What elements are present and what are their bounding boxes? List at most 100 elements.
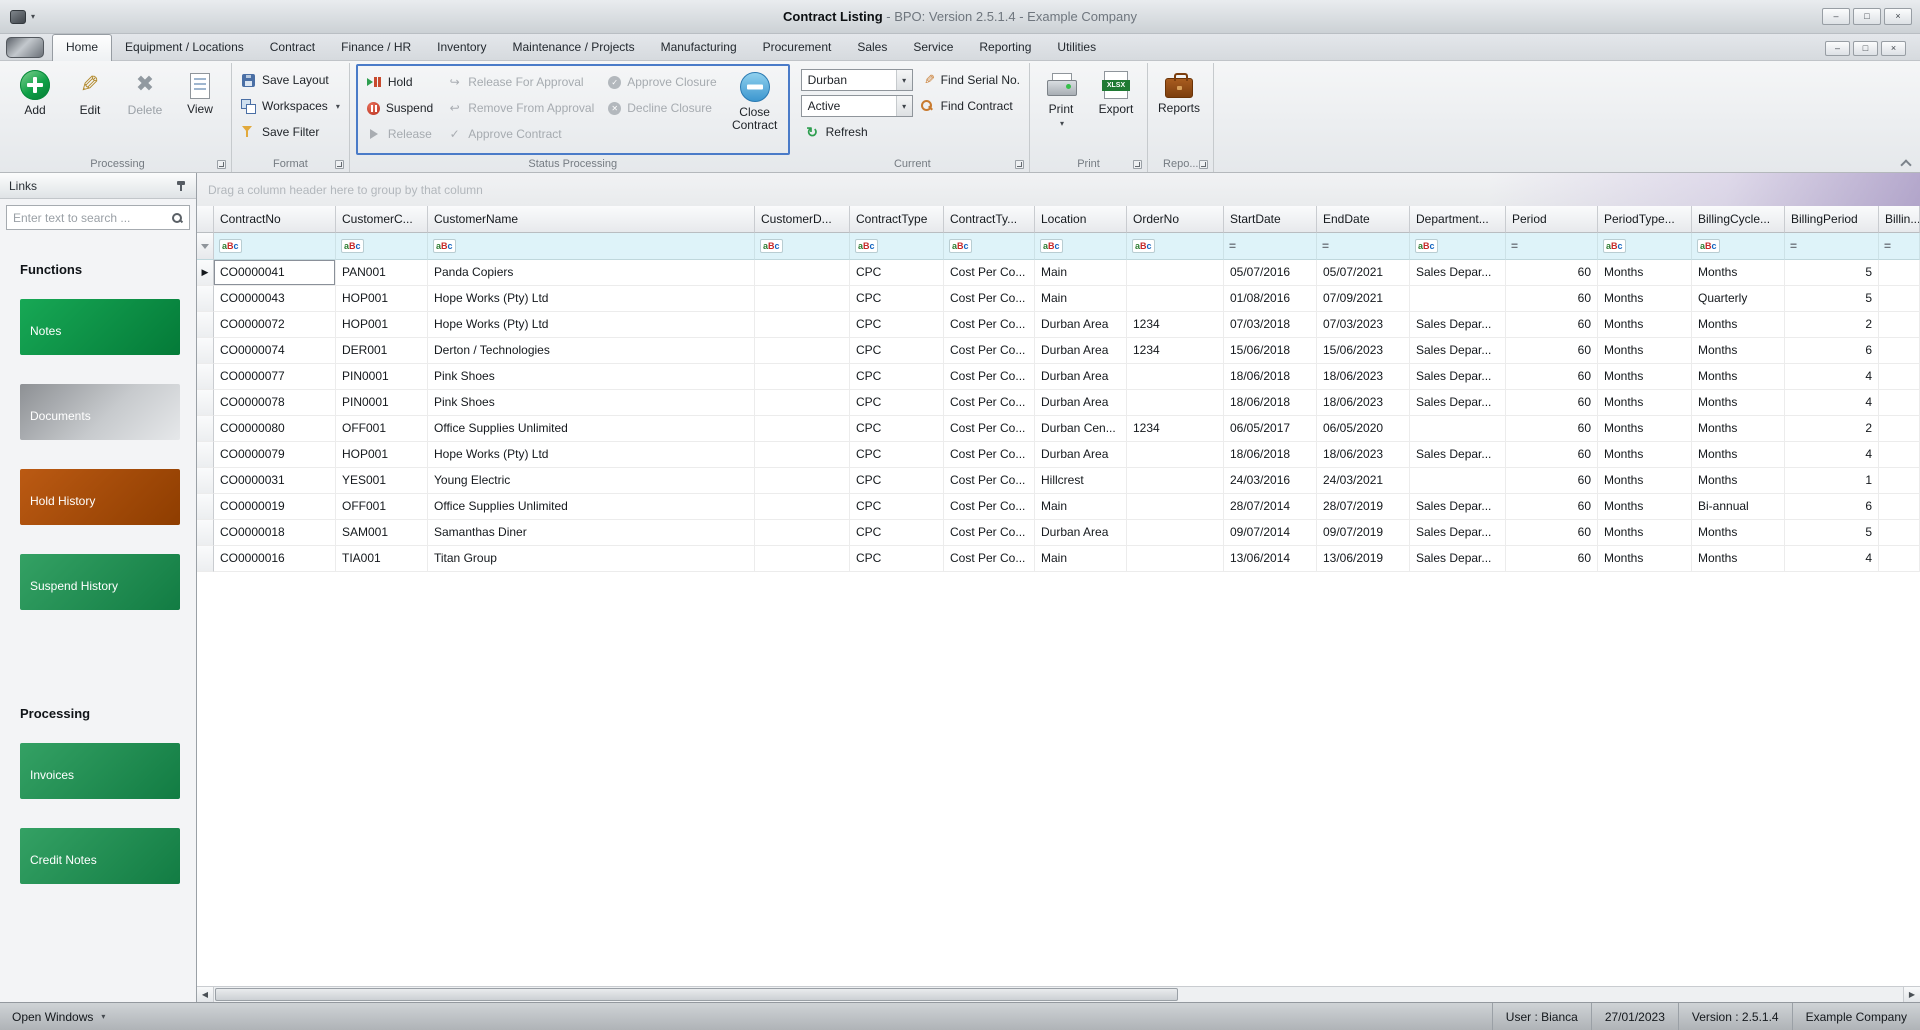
- tab-reporting[interactable]: Reporting: [966, 35, 1044, 60]
- table-row[interactable]: CO0000080 OFF001 Office Supplies Unlimited…: [197, 416, 1920, 442]
- column-header-contractty[interactable]: ContractTy...: [944, 206, 1035, 233]
- cell-billingcycle[interactable]: Quarterly: [1692, 286, 1785, 312]
- cell-billin[interactable]: [1879, 416, 1920, 442]
- cell-startdate[interactable]: 18/06/2018: [1224, 390, 1317, 416]
- cell-contractty[interactable]: Cost Per Co...: [944, 494, 1035, 520]
- cell-department[interactable]: Sales Depar...: [1410, 338, 1506, 364]
- view-button[interactable]: View: [174, 64, 226, 155]
- cell-startdate[interactable]: 18/06/2018: [1224, 364, 1317, 390]
- cell-billin[interactable]: [1879, 364, 1920, 390]
- cell-customerd[interactable]: [755, 286, 850, 312]
- save-layout-button[interactable]: Save Layout: [237, 69, 344, 91]
- cell-enddate[interactable]: 07/09/2021: [1317, 286, 1410, 312]
- suspend-button[interactable]: Suspend: [363, 97, 437, 119]
- cell-customername[interactable]: Office Supplies Unlimited: [428, 416, 755, 442]
- cell-enddate[interactable]: 18/06/2023: [1317, 442, 1410, 468]
- cell-billingperiod[interactable]: 4: [1785, 546, 1879, 572]
- cell-contractty[interactable]: Cost Per Co...: [944, 390, 1035, 416]
- cell-contracttype[interactable]: CPC: [850, 390, 944, 416]
- table-row[interactable]: CO0000077 PIN0001 Pink Shoes CPC Cost Per Co…: [197, 364, 1920, 390]
- cell-startdate[interactable]: 06/05/2017: [1224, 416, 1317, 442]
- column-header-customername[interactable]: CustomerName: [428, 206, 755, 233]
- cell-billingperiod[interactable]: 4: [1785, 364, 1879, 390]
- cell-contracttype[interactable]: CPC: [850, 286, 944, 312]
- cell-periodtype[interactable]: Months: [1598, 260, 1692, 286]
- tab-finance-hr[interactable]: Finance / HR: [328, 35, 424, 60]
- cell-customername[interactable]: Samanthas Diner: [428, 520, 755, 546]
- cell-contractty[interactable]: Cost Per Co...: [944, 286, 1035, 312]
- cell-periodtype[interactable]: Months: [1598, 390, 1692, 416]
- cell-customerc[interactable]: OFF001: [336, 494, 428, 520]
- cell-customername[interactable]: Office Supplies Unlimited: [428, 494, 755, 520]
- cell-contracttype[interactable]: CPC: [850, 520, 944, 546]
- cell-billingcycle[interactable]: Months: [1692, 260, 1785, 286]
- collapse-ribbon-icon[interactable]: [1901, 158, 1910, 167]
- table-row[interactable]: CO0000072 HOP001 Hope Works (Pty) Ltd CPC Co…: [197, 312, 1920, 338]
- cell-customername[interactable]: Young Electric: [428, 468, 755, 494]
- table-row[interactable]: CO0000074 DER001 Derton / Technologies CPC C…: [197, 338, 1920, 364]
- cell-orderno[interactable]: [1127, 286, 1224, 312]
- cell-period[interactable]: 60: [1506, 312, 1598, 338]
- cell-billingcycle[interactable]: Months: [1692, 390, 1785, 416]
- cell-customername[interactable]: Derton / Technologies: [428, 338, 755, 364]
- app-icon[interactable]: [10, 9, 26, 24]
- cell-enddate[interactable]: 18/06/2023: [1317, 390, 1410, 416]
- cell-location[interactable]: Main: [1035, 494, 1127, 520]
- column-header-contracttype[interactable]: ContractType: [850, 206, 944, 233]
- cell-location[interactable]: Durban Area: [1035, 442, 1127, 468]
- release-for-approval-button[interactable]: ↪ Release For Approval: [443, 71, 598, 93]
- cell-period[interactable]: 60: [1506, 494, 1598, 520]
- cell-periodtype[interactable]: Months: [1598, 364, 1692, 390]
- cell-location[interactable]: Hillcrest: [1035, 468, 1127, 494]
- cell-department[interactable]: Sales Depar...: [1410, 546, 1506, 572]
- filter-cell-contractty[interactable]: aBc: [944, 233, 1035, 260]
- cell-contractno[interactable]: CO0000074: [214, 338, 336, 364]
- cell-periodtype[interactable]: Months: [1598, 312, 1692, 338]
- cell-enddate[interactable]: 18/06/2023: [1317, 364, 1410, 390]
- close-contract-button[interactable]: Close Contract: [727, 66, 783, 153]
- cell-contractno[interactable]: CO0000031: [214, 468, 336, 494]
- cell-period[interactable]: 60: [1506, 546, 1598, 572]
- table-row[interactable]: CO0000079 HOP001 Hope Works (Pty) Ltd CPC Co…: [197, 442, 1920, 468]
- dialog-launcher-icon[interactable]: [1015, 160, 1025, 169]
- cell-location[interactable]: Durban Area: [1035, 390, 1127, 416]
- cell-orderno[interactable]: 1234: [1127, 312, 1224, 338]
- column-header-enddate[interactable]: EndDate: [1317, 206, 1410, 233]
- table-row[interactable]: CO0000016 TIA001 Titan Group CPC Cost Per Co…: [197, 546, 1920, 572]
- column-header-customerc[interactable]: CustomerC...: [336, 206, 428, 233]
- cell-period[interactable]: 60: [1506, 338, 1598, 364]
- cell-orderno[interactable]: [1127, 468, 1224, 494]
- close-button[interactable]: ×: [1884, 8, 1912, 25]
- cell-customerd[interactable]: [755, 494, 850, 520]
- filter-cell-customerd[interactable]: aBc: [755, 233, 850, 260]
- cell-department[interactable]: Sales Depar...: [1410, 390, 1506, 416]
- cell-periodtype[interactable]: Months: [1598, 494, 1692, 520]
- dialog-launcher-icon[interactable]: [1199, 160, 1209, 169]
- cell-period[interactable]: 60: [1506, 260, 1598, 286]
- cell-contracttype[interactable]: CPC: [850, 364, 944, 390]
- table-row[interactable]: CO0000043 HOP001 Hope Works (Pty) Ltd CPC Co…: [197, 286, 1920, 312]
- cell-location[interactable]: Durban Area: [1035, 520, 1127, 546]
- cell-periodtype[interactable]: Months: [1598, 416, 1692, 442]
- cell-periodtype[interactable]: Months: [1598, 520, 1692, 546]
- cell-contractno[interactable]: CO0000072: [214, 312, 336, 338]
- cell-startdate[interactable]: 09/07/2014: [1224, 520, 1317, 546]
- cell-periodtype[interactable]: Months: [1598, 338, 1692, 364]
- cell-billin[interactable]: [1879, 494, 1920, 520]
- filter-cell-billin[interactable]: =: [1879, 233, 1920, 260]
- group-by-bar[interactable]: Drag a column header here to group by th…: [197, 173, 1920, 206]
- status-filter-dropdown[interactable]: Active ▾: [800, 95, 913, 117]
- cell-customerc[interactable]: HOP001: [336, 286, 428, 312]
- remove-from-approval-button[interactable]: ↩ Remove From Approval: [443, 97, 598, 119]
- cell-orderno[interactable]: [1127, 520, 1224, 546]
- cell-contractno[interactable]: CO0000079: [214, 442, 336, 468]
- cell-billingperiod[interactable]: 4: [1785, 442, 1879, 468]
- filter-cell-location[interactable]: aBc: [1035, 233, 1127, 260]
- cell-department[interactable]: Sales Depar...: [1410, 442, 1506, 468]
- cell-customerd[interactable]: [755, 260, 850, 286]
- cell-contracttype[interactable]: CPC: [850, 416, 944, 442]
- cell-billin[interactable]: [1879, 468, 1920, 494]
- cell-customerc[interactable]: PIN0001: [336, 364, 428, 390]
- column-header-customerd[interactable]: CustomerD...: [755, 206, 850, 233]
- workspaces-button[interactable]: Workspaces ▾: [237, 95, 344, 117]
